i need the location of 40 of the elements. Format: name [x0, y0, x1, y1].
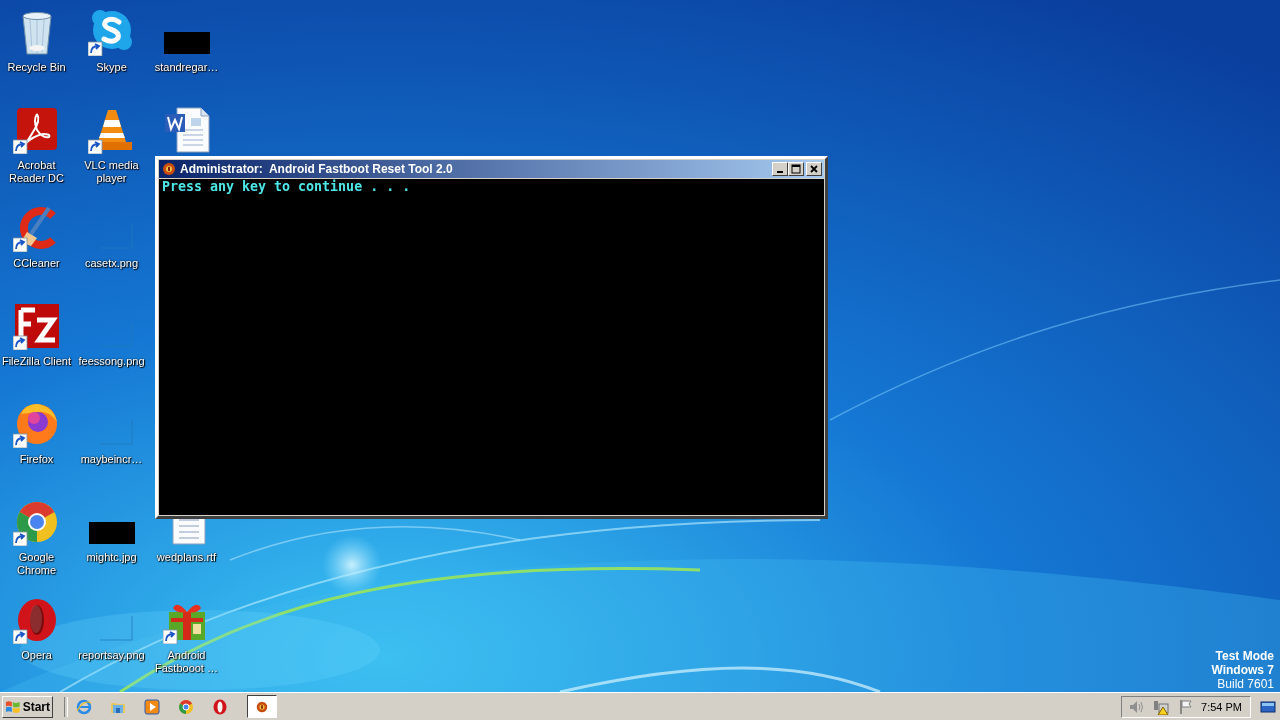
windows-logo-icon: [5, 698, 21, 715]
system-notice: Test Mode: [1215, 649, 1274, 663]
icon-label[interactable]: Google Chrome: [0, 551, 74, 577]
maximize-button[interactable]: [788, 162, 804, 176]
app-icon: [255, 699, 269, 714]
system-notice: Build 7601: [1217, 677, 1274, 691]
opera-icon[interactable]: [212, 698, 228, 715]
taskbar-button[interactable]: [247, 695, 277, 718]
start-button[interactable]: Start: [2, 695, 53, 718]
word-document-icon[interactable]: [162, 106, 211, 154]
icon-label[interactable]: Recycle Bin: [0, 61, 74, 74]
console-text: Press any key to continue . . .: [162, 180, 412, 194]
icon-label[interactable]: Opera: [0, 649, 74, 662]
icon-label[interactable]: Acrobat Reader DC: [0, 159, 74, 185]
flag-icon[interactable]: [1178, 698, 1194, 715]
close-button[interactable]: [806, 162, 822, 176]
icon-label[interactable]: wedplans.rtf: [149, 551, 224, 564]
icon-label[interactable]: standregar…: [149, 61, 224, 74]
network-warning-icon[interactable]: [1153, 698, 1169, 715]
icon-label[interactable]: feessong.png: [74, 355, 149, 368]
filezilla-icon[interactable]: [12, 302, 61, 350]
minimize-button[interactable]: [772, 162, 788, 176]
icon-label[interactable]: mightc.jpg: [74, 551, 149, 564]
chrome-icon[interactable]: [178, 698, 194, 715]
clock[interactable]: 7:54 PM: [1201, 700, 1242, 713]
play-icon[interactable]: [144, 698, 160, 715]
icon-label[interactable]: maybeincr…: [74, 453, 149, 466]
minimize-icon: [777, 171, 783, 173]
icon-label[interactable]: FileZilla Client: [0, 355, 74, 368]
maximize-icon: [791, 164, 801, 174]
window-title: Administrator: Android Fastboot Reset Tool 2.0: [180, 162, 454, 176]
system-notice: Windows 7: [1211, 663, 1274, 677]
app-icon: [162, 162, 176, 176]
show-desktop-icon[interactable]: [1260, 698, 1276, 715]
icon-label[interactable]: CCleaner: [0, 257, 74, 270]
icon-label[interactable]: Skype: [74, 61, 149, 74]
icon-label[interactable]: Firefox: [0, 453, 74, 466]
icon-label[interactable]: VLC media player: [74, 159, 149, 185]
close-icon: [809, 164, 819, 174]
icon-label[interactable]: casetx.png: [74, 257, 149, 270]
